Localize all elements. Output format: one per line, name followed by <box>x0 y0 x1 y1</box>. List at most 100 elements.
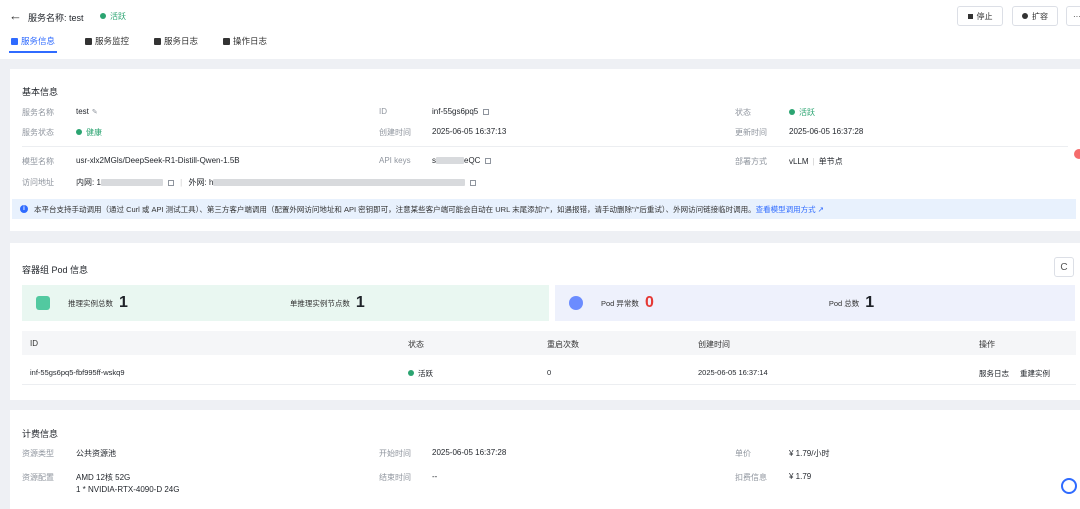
stat-label: 单推理实例节点数 <box>289 298 350 308</box>
copy-icon[interactable] <box>483 109 490 115</box>
resource-config-line2: 1 * NVIDIA-RTX-4090-D 24G <box>76 485 180 494</box>
service-state-text: 健康 <box>86 128 102 137</box>
resource-type-value: 公共资源池 <box>76 449 116 458</box>
cube-icon <box>36 296 50 310</box>
stat-label: 推理实例总数 <box>68 298 113 308</box>
refresh-button[interactable]: C <box>1054 257 1074 277</box>
deploy-engine: vLLM <box>789 157 809 166</box>
table-row: inf-55gs6pq5-fbf995ff-wskq9 活跃 0 2025-06… <box>22 359 1076 385</box>
notice-banner: i 本平台支持手动调用（通过 Curl 或 API 测试工具）、第三方客户端调用… <box>12 199 1076 219</box>
section-title: 基本信息 <box>22 87 59 97</box>
field-label: ID <box>379 107 387 116</box>
pod-id: inf-55gs6pq5-fbf995ff-wskq9 <box>30 368 125 377</box>
status-dot-icon <box>100 13 106 19</box>
field-label: 创建时间 <box>379 128 411 137</box>
tab-label: 服务信息 <box>21 36 56 46</box>
deploy-value: vLLM | 单节点 <box>789 156 843 167</box>
back-arrow-icon[interactable]: ← <box>9 9 22 22</box>
stat-value: 0 <box>644 294 654 311</box>
tab-operation-logs[interactable]: 操作日志 <box>223 35 267 53</box>
section-title: 计费信息 <box>22 429 59 439</box>
tab-service-logs[interactable]: 服务日志 <box>154 35 198 53</box>
status-badge-label: 活跃 <box>110 12 126 21</box>
price-value: ¥ 1.79/小时 <box>789 449 830 458</box>
field-label: 更新时间 <box>735 128 767 137</box>
column-header: 操作 <box>979 340 995 349</box>
copy-icon[interactable] <box>167 180 174 186</box>
status-dot-icon <box>789 109 795 115</box>
status-dot-icon <box>408 370 414 376</box>
masked-text <box>436 157 464 164</box>
apikey-value: s eQC <box>432 156 492 165</box>
cluster-icon <box>569 296 583 310</box>
updated-value: 2025-06-05 16:37:28 <box>789 127 864 136</box>
instance-stats-panel: 推理实例总数 1 单推理实例节点数 1 <box>22 285 549 321</box>
doc-icon <box>11 37 18 45</box>
field-label: 资源配置 <box>22 473 54 482</box>
tab-service-monitor[interactable]: 服务监控 <box>85 35 129 53</box>
status-value: 活跃 <box>789 107 815 118</box>
notification-dot-icon <box>1074 149 1080 159</box>
info-icon: i <box>20 205 28 213</box>
assistant-float-icon[interactable] <box>1061 478 1077 494</box>
service-state-value: 健康 <box>76 127 102 138</box>
monitor-icon <box>85 37 93 45</box>
divider: | <box>812 157 815 166</box>
column-header: 创建时间 <box>698 340 730 349</box>
start-time-value: 2025-06-05 16:37:28 <box>432 448 507 457</box>
apikey-suffix: eQC <box>464 156 481 165</box>
field-label: 服务状态 <box>22 128 54 137</box>
resource-config-line1: AMD 12核 52G <box>76 473 131 482</box>
masked-text <box>213 179 466 186</box>
page-title: 服务名称: test <box>28 13 84 23</box>
more-icon: ··· <box>1073 11 1080 21</box>
pod-table-header: ID 状态 重启次数 创建时间 操作 <box>22 331 1076 355</box>
stop-button-label: 停止 <box>976 11 993 21</box>
view-call-method-link[interactable]: 查看模型调用方式 ↗ <box>756 204 824 215</box>
field-label: 模型名称 <box>22 157 54 166</box>
field-label: 服务名称 <box>22 108 54 117</box>
status-dot-icon <box>76 129 82 135</box>
more-button[interactable]: ··· <box>1066 6 1080 26</box>
tab-service-info[interactable]: 服务信息 <box>8 35 58 53</box>
stat-value: 1 <box>119 294 128 311</box>
rebuild-instance-link[interactable]: 重建实例 <box>1020 368 1050 379</box>
column-header: 状态 <box>408 340 424 349</box>
service-logs-link[interactable]: 服务日志 <box>979 368 1009 379</box>
tab-label: 操作日志 <box>233 36 268 46</box>
refresh-icon: C <box>1060 261 1068 273</box>
log-icon <box>154 37 162 45</box>
stat-label: Pod 异常数 <box>601 298 639 308</box>
edit-icon[interactable]: ✎ <box>92 108 98 116</box>
pod-restarts: 0 <box>547 368 552 377</box>
end-time-value: -- <box>432 472 438 481</box>
field-label: 开始时间 <box>379 449 411 458</box>
field-label: 访问地址 <box>22 178 54 187</box>
tab-label: 服务日志 <box>164 36 199 46</box>
masked-text <box>100 179 163 186</box>
status-text: 活跃 <box>799 108 815 117</box>
copy-icon[interactable] <box>485 158 492 164</box>
copy-icon[interactable] <box>470 180 477 186</box>
section-title: 容器组 Pod 信息 <box>22 265 89 275</box>
field-label: 结束时间 <box>379 473 411 482</box>
column-header: ID <box>30 339 38 348</box>
access-value: 内网: 1 | 外网: h <box>76 177 477 188</box>
tab-label: 服务监控 <box>95 36 130 46</box>
outer-label: 外网: <box>188 178 207 187</box>
created-value: 2025-06-05 16:37:13 <box>432 127 507 136</box>
deduct-value: ¥ 1.79 <box>789 472 812 481</box>
pod-stats-panel: Pod 异常数 0 Pod 总数 1 <box>555 285 1075 321</box>
pod-status: 活跃 <box>408 368 433 379</box>
link-label: 查看模型调用方式 <box>755 204 816 214</box>
top-bar: ← 服务名称: test 活跃 停止 扩容 ··· 服务信息 服务监控 服务日志… <box>0 0 1080 59</box>
scale-button[interactable]: 扩容 <box>1012 6 1058 26</box>
field-label: API keys <box>379 156 411 165</box>
field-label: 部署方式 <box>735 157 767 166</box>
column-header: 重启次数 <box>547 340 579 349</box>
scale-button-label: 扩容 <box>1032 11 1048 21</box>
stop-button[interactable]: 停止 <box>957 6 1003 26</box>
field-label: 单价 <box>735 449 751 458</box>
gear-icon <box>1022 13 1028 19</box>
pod-status-text: 活跃 <box>418 369 433 378</box>
